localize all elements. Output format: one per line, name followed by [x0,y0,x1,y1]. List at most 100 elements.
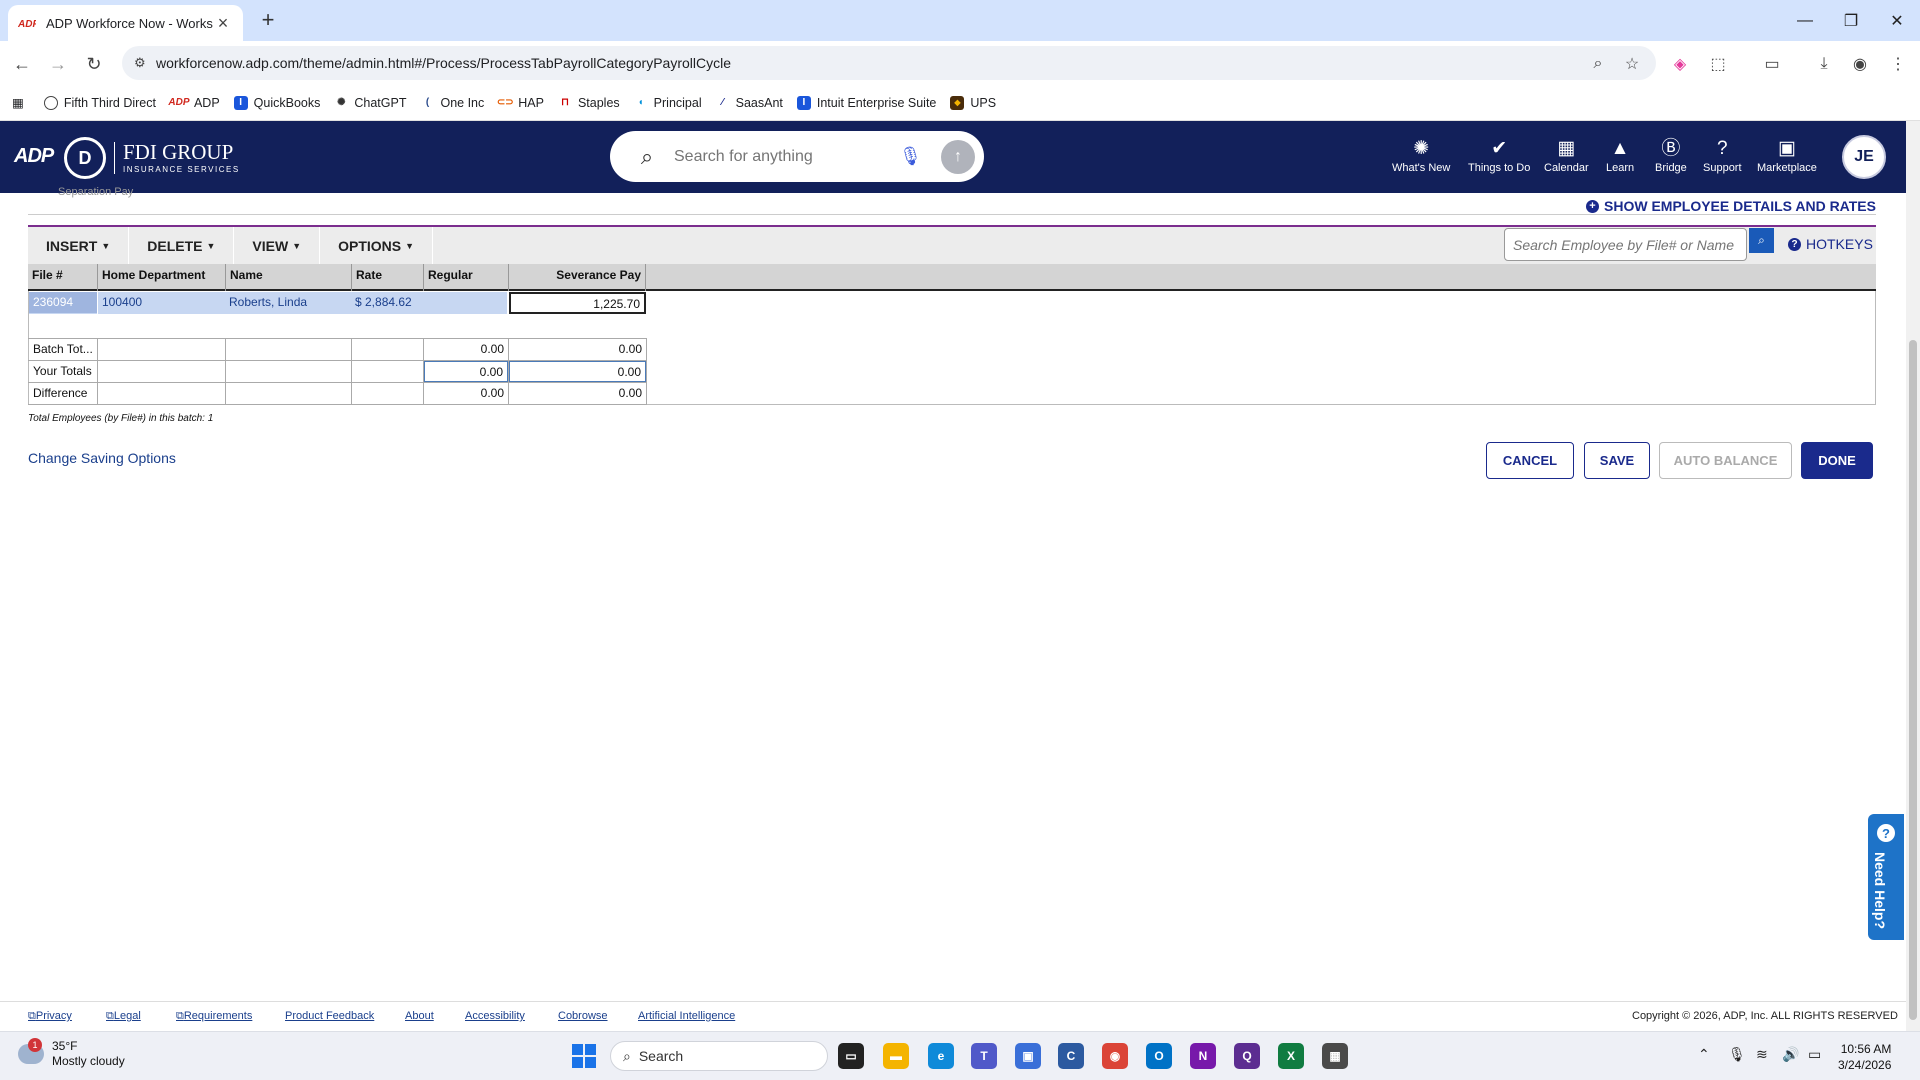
insert-menu[interactable]: INSERT ▼ [28,227,130,264]
footer-legal-link[interactable]: ⧉Legal [106,1010,141,1023]
bookmark-adp[interactable]: ADP ADP [168,96,219,110]
teams-icon[interactable]: T [971,1043,997,1069]
chrome-icon[interactable]: ◉ [1102,1043,1128,1069]
tray-overflow-icon[interactable]: ⌃ [1698,1046,1710,1063]
close-tab-icon[interactable]: × [213,13,233,34]
col-severance-pay[interactable]: Severance Pay [508,264,646,291]
minimize-icon[interactable]: — [1782,0,1828,41]
done-button[interactable]: DONE [1801,442,1873,479]
scrollbar-thumb[interactable] [1909,340,1917,1020]
extension-icon[interactable]: ◈ [1668,52,1692,76]
bookmark-staples[interactable]: ⊓ Staples [558,96,620,110]
col-regular-hours[interactable]: Regular Hours [423,264,508,304]
browser-menu-icon[interactable]: ⋮ [1886,52,1910,76]
view-menu[interactable]: VIEW ▼ [234,227,321,264]
bookmark-quickbooks[interactable]: I QuickBooks [233,95,320,110]
extensions-puzzle-icon[interactable]: ⬚ [1706,52,1730,76]
task-view-icon[interactable]: ▭ [838,1043,864,1069]
delete-menu[interactable]: DELETE ▼ [129,227,235,264]
taskbar-clock[interactable]: 10:56 AM 3/24/2026 [1838,1041,1891,1073]
cell-severance-pay-edit[interactable]: 1,225.70 [509,292,646,314]
options-menu[interactable]: OPTIONS ▼ [320,227,434,264]
need-help-tab[interactable]: ? Need Help? [1868,814,1904,940]
cell-regular-hours[interactable] [423,292,508,313]
bookmark-principal[interactable]: ◖ Principal [634,96,702,110]
nav-things-to-do[interactable]: ✔ Things to Do [1468,136,1530,174]
bookmark-chatgpt[interactable]: ✺ ChatGPT [334,96,406,110]
nav-marketplace[interactable]: ▣ Marketplace [1757,136,1817,174]
auto-balance-button[interactable]: AUTO BALANCE [1659,442,1792,479]
profile-icon[interactable]: ◉ [1848,52,1872,76]
employee-search-input[interactable] [1504,228,1747,261]
new-tab-icon[interactable]: + [253,7,283,35]
microphone-icon[interactable]: 🎙 [899,146,922,167]
col-file[interactable]: File # [28,264,97,291]
excel-icon[interactable]: X [1278,1043,1304,1069]
download-icon[interactable]: ⤓ [1812,52,1836,76]
your-totals-severance-input[interactable]: 0.00 [509,361,646,382]
edge-icon[interactable]: e [928,1043,954,1069]
mic-tray-icon[interactable]: 🎙 [1728,1046,1746,1063]
back-icon[interactable]: ← [10,52,34,76]
windows-start-icon[interactable] [572,1044,596,1068]
weather-widget[interactable]: 1 35°F Mostly cloudy [18,1038,125,1069]
bookmark-fifth-third[interactable]: Fifth Third Direct [43,95,156,110]
nav-learn[interactable]: ▲ Learn [1606,136,1634,174]
outlook-icon[interactable]: O [1146,1043,1172,1069]
your-totals-hours-input[interactable]: 0.00 [424,361,508,382]
footer-accessibility-link[interactable]: Accessibility [465,1010,525,1022]
search-submit-button[interactable]: ↑ [941,140,975,174]
footer-cobrowse-link[interactable]: Cobrowse [558,1010,608,1022]
cell-rate[interactable]: $ 2,884.62 [351,292,423,313]
nav-support[interactable]: ? Support [1703,136,1742,174]
col-rate[interactable]: Rate [351,264,423,291]
onenote-icon[interactable]: N [1190,1043,1216,1069]
restore-icon[interactable]: ❐ [1828,0,1874,41]
fdi-group-logo[interactable]: D FDI GROUP INSURANCE SERVICES [64,137,240,179]
bookmark-one-inc[interactable]: (One Inc [420,96,484,110]
cancel-button[interactable]: CANCEL [1486,442,1574,479]
change-saving-options-link[interactable]: Change Saving Options [28,450,176,466]
taskbar-search[interactable]: ⌕ Search [610,1041,828,1071]
save-button[interactable]: SAVE [1584,442,1650,479]
wifi-icon[interactable]: ≋ [1756,1046,1768,1063]
employee-search-button[interactable]: ⌕ [1749,228,1774,253]
apps-grid-icon[interactable]: ▦ [12,95,24,110]
footer-ai-link[interactable]: Artificial Intelligence [638,1010,735,1022]
cell-file[interactable]: 236094 [29,292,97,313]
cell-name[interactable]: Roberts, Linda [225,292,351,313]
bookmark-intuit[interactable]: I Intuit Enterprise Suite [796,95,936,110]
address-bar[interactable]: ⚙ workforcenow.adp.com/theme/admin.html#… [122,46,1656,80]
footer-requirements-link[interactable]: ⧉Requirements [176,1010,252,1023]
file-explorer-icon[interactable]: ▬ [883,1043,909,1069]
zoom-icon[interactable]: ⌕ [1586,52,1610,76]
volume-icon[interactable]: 🔊 [1782,1046,1799,1063]
nav-whats-new[interactable]: ✺ What's New [1392,136,1450,174]
remote-desktop-icon[interactable]: ▣ [1015,1043,1041,1069]
bookmark-star-icon[interactable]: ☆ [1620,52,1644,76]
global-search-input[interactable] [674,147,894,166]
forward-icon[interactable]: → [46,52,70,76]
global-search[interactable]: ⌕ [610,131,984,182]
battery-icon[interactable]: ▭ [1808,1046,1821,1063]
cell-home-department[interactable]: 100400 [98,292,225,313]
footer-privacy-link[interactable]: ⧉Privacy [28,1010,72,1023]
adp-logo[interactable]: ADP [14,145,54,168]
user-avatar[interactable]: JE [1842,135,1886,179]
hotkeys-link[interactable]: ? HOTKEYS [1788,236,1873,252]
app-c-icon[interactable]: C [1058,1043,1084,1069]
bookmark-saasant[interactable]: ⁄ SaasAnt [716,96,783,110]
calculator-icon[interactable]: ▦ [1322,1043,1348,1069]
col-name[interactable]: Name [225,264,351,291]
site-info-icon[interactable]: ⚙ [134,55,146,71]
footer-product-feedback-link[interactable]: Product Feedback [285,1010,374,1022]
footer-about-link[interactable]: About [405,1010,434,1022]
show-employee-details-link[interactable]: + SHOW EMPLOYEE DETAILS AND RATES [1586,198,1876,214]
close-window-icon[interactable]: ✕ [1874,0,1920,41]
nav-bridge[interactable]: Ⓑ Bridge [1655,136,1687,174]
bookmark-hap[interactable]: ⊂⊃ HAP [497,96,544,110]
reload-icon[interactable]: ↻ [82,52,106,76]
nav-calendar[interactable]: ▦ Calendar [1544,136,1589,174]
col-home-department[interactable]: Home Department [97,264,225,291]
app-q-icon[interactable]: Q [1234,1043,1260,1069]
